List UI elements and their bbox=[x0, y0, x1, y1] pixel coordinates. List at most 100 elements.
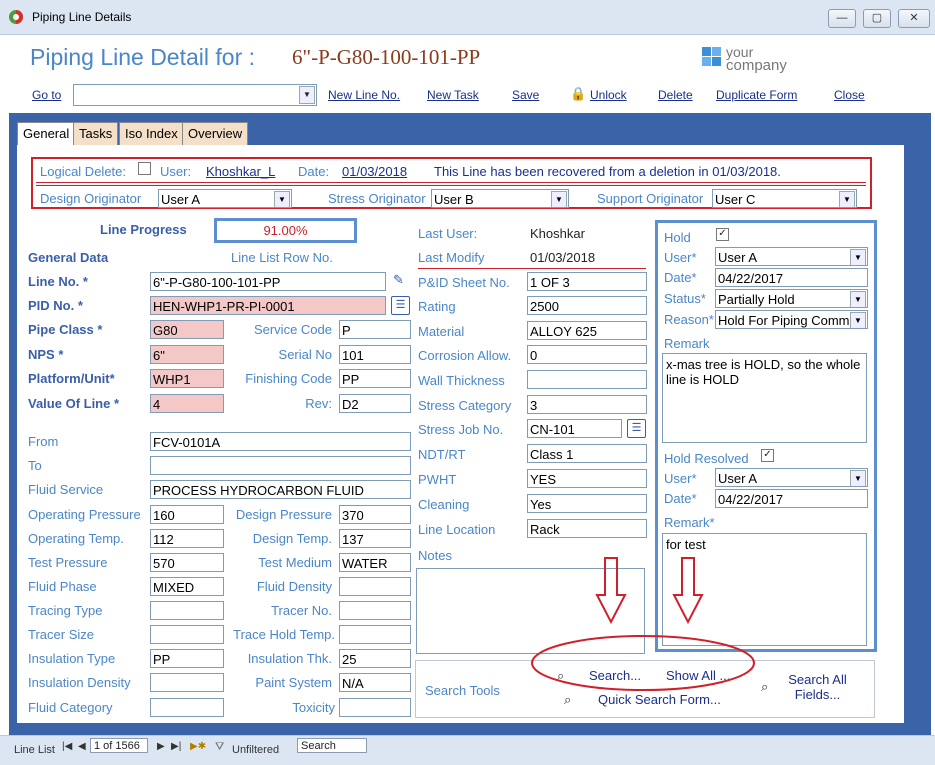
close-window-button[interactable]: ✕ bbox=[898, 9, 930, 28]
test-medium-field[interactable]: WATER bbox=[339, 553, 411, 572]
hold-reason-select[interactable]: Hold For Piping Comm ▼ bbox=[715, 310, 868, 329]
pipe-class-field[interactable]: G80 bbox=[150, 320, 224, 339]
chevron-down-icon[interactable]: ▼ bbox=[850, 312, 866, 328]
insulation-density-field[interactable] bbox=[150, 673, 224, 692]
to-field[interactable] bbox=[150, 456, 411, 475]
corrosion-allow-field[interactable]: 0 bbox=[527, 345, 647, 364]
rev-field[interactable]: D2 bbox=[339, 394, 411, 413]
search-all-fields-button[interactable]: Search All Fields... bbox=[780, 672, 855, 702]
value-of-line-label: Value Of Line * bbox=[28, 396, 120, 411]
first-record-icon[interactable]: |◀ bbox=[62, 741, 72, 752]
chevron-down-icon[interactable]: ▼ bbox=[299, 86, 315, 104]
new-line-button[interactable]: New Line No. bbox=[328, 88, 400, 102]
support-originator-select[interactable]: User C ▼ bbox=[712, 189, 857, 208]
paint-system-field[interactable]: N/A bbox=[339, 673, 411, 692]
operating-pressure-field[interactable]: 160 bbox=[150, 505, 224, 524]
wall-thickness-field[interactable] bbox=[527, 370, 647, 389]
logical-delete-checkbox[interactable] bbox=[138, 162, 151, 175]
stress-job-field[interactable]: CN-101 bbox=[527, 419, 622, 438]
trace-hold-temp-label: Trace Hold Temp. bbox=[233, 627, 335, 642]
new-task-button[interactable]: New Task bbox=[427, 88, 479, 102]
prev-record-icon[interactable]: ◀ bbox=[78, 741, 86, 752]
pwht-field[interactable]: YES bbox=[527, 469, 647, 488]
stress-job-label: Stress Job No. bbox=[418, 422, 504, 437]
close-button[interactable]: Close bbox=[834, 88, 865, 102]
maximize-button[interactable]: ▢ bbox=[863, 9, 891, 28]
material-field[interactable]: ALLOY 625 bbox=[527, 321, 647, 340]
operating-temp-field[interactable]: 112 bbox=[150, 529, 224, 548]
record-indicator[interactable]: 1 of 1566 bbox=[90, 738, 148, 753]
serial-no-field[interactable]: 101 bbox=[339, 345, 411, 364]
tab-tasks[interactable]: Tasks bbox=[73, 122, 119, 146]
resolved-user-select[interactable]: User A ▼ bbox=[715, 468, 868, 487]
pid-no-field[interactable]: HEN-WHP1-PR-PI-0001 bbox=[150, 296, 386, 315]
insulation-thk-field[interactable]: 25 bbox=[339, 649, 411, 668]
cleaning-field[interactable]: Yes bbox=[527, 494, 647, 513]
tracer-size-field[interactable] bbox=[150, 625, 224, 644]
hold-resolved-label: Hold Resolved bbox=[664, 451, 749, 466]
list-picker-icon[interactable]: ☰ bbox=[391, 296, 410, 315]
tab-overview[interactable]: Overview bbox=[182, 122, 249, 146]
tab-iso-index[interactable]: Iso Index bbox=[119, 122, 184, 146]
hold-status-select[interactable]: Partially Hold ▼ bbox=[715, 289, 868, 308]
design-temp-field[interactable]: 137 bbox=[339, 529, 411, 548]
tracer-no-field[interactable] bbox=[339, 601, 411, 620]
divider bbox=[418, 268, 646, 269]
goto-select[interactable]: ▼ bbox=[73, 84, 317, 106]
hold-resolved-checkbox[interactable]: ✓ bbox=[761, 449, 774, 462]
operating-pressure-label: Operating Pressure bbox=[28, 507, 141, 522]
hold-user-select[interactable]: User A ▼ bbox=[715, 247, 868, 266]
finishing-code-field[interactable]: PP bbox=[339, 369, 411, 388]
duplicate-form-button[interactable]: Duplicate Form bbox=[716, 88, 797, 102]
filter-status[interactable]: Unfiltered bbox=[232, 744, 279, 756]
last-record-icon[interactable]: ▶| bbox=[171, 741, 181, 752]
toxicity-field[interactable] bbox=[339, 698, 411, 717]
chevron-down-icon[interactable]: ▼ bbox=[850, 470, 866, 486]
resolved-date-field[interactable]: 04/22/2017 bbox=[715, 489, 868, 508]
design-pressure-field[interactable]: 370 bbox=[339, 505, 411, 524]
hold-date-label: Date* bbox=[664, 270, 697, 285]
list-picker-icon[interactable]: ☰ bbox=[627, 419, 646, 438]
service-code-field[interactable]: P bbox=[339, 320, 411, 339]
tracer-size-label: Tracer Size bbox=[28, 627, 94, 642]
trace-hold-temp-field[interactable] bbox=[339, 625, 411, 644]
status-search-input[interactable]: Search bbox=[297, 738, 367, 753]
line-location-field[interactable]: Rack bbox=[527, 519, 647, 538]
unlock-button[interactable]: Unlock bbox=[590, 88, 627, 102]
value-of-line-field[interactable]: 4 bbox=[150, 394, 224, 413]
chevron-down-icon[interactable]: ▼ bbox=[551, 191, 567, 207]
nps-field[interactable]: 6" bbox=[150, 345, 224, 364]
ndt-field[interactable]: Class 1 bbox=[527, 444, 647, 463]
platform-field[interactable]: WHP1 bbox=[150, 369, 224, 388]
hold-date-field[interactable]: 04/22/2017 bbox=[715, 268, 868, 287]
chevron-down-icon[interactable]: ▼ bbox=[839, 191, 855, 207]
delete-button[interactable]: Delete bbox=[658, 88, 693, 102]
tracing-type-field[interactable] bbox=[150, 601, 224, 620]
stress-originator-select[interactable]: User B ▼ bbox=[431, 189, 569, 208]
hold-checkbox[interactable]: ✓ bbox=[716, 228, 729, 241]
chevron-down-icon[interactable]: ▼ bbox=[274, 191, 290, 207]
search-tools-label: Search Tools bbox=[425, 683, 500, 698]
line-no-field[interactable]: 6"-P-G80-100-101-PP bbox=[150, 272, 386, 291]
hold-remark-textarea[interactable]: x-mas tree is HOLD, so the whole line is… bbox=[662, 353, 867, 443]
from-field[interactable]: FCV-0101A bbox=[150, 432, 411, 451]
divider bbox=[36, 185, 866, 186]
pid-sheet-field[interactable]: 1 OF 3 bbox=[527, 272, 647, 291]
fluid-density-field[interactable] bbox=[339, 577, 411, 596]
save-button[interactable]: Save bbox=[512, 88, 539, 102]
edit-pencil-icon[interactable]: ✎ bbox=[393, 272, 404, 288]
rating-field[interactable]: 2500 bbox=[527, 296, 647, 315]
chevron-down-icon[interactable]: ▼ bbox=[850, 249, 866, 265]
chevron-down-icon[interactable]: ▼ bbox=[850, 291, 866, 307]
tab-general[interactable]: General bbox=[17, 122, 76, 147]
fluid-service-field[interactable]: PROCESS HYDROCARBON FLUID bbox=[150, 480, 411, 499]
insulation-type-field[interactable]: PP bbox=[150, 649, 224, 668]
fluid-phase-field[interactable]: MIXED bbox=[150, 577, 224, 596]
fluid-category-field[interactable] bbox=[150, 698, 224, 717]
design-originator-select[interactable]: User A ▼ bbox=[158, 189, 292, 208]
minimize-button[interactable]: — bbox=[828, 9, 856, 28]
test-pressure-field[interactable]: 570 bbox=[150, 553, 224, 572]
stress-category-field[interactable]: 3 bbox=[527, 395, 647, 414]
next-record-icon[interactable]: ▶ bbox=[157, 741, 165, 752]
new-record-icon[interactable]: ▶✱ bbox=[190, 741, 206, 752]
